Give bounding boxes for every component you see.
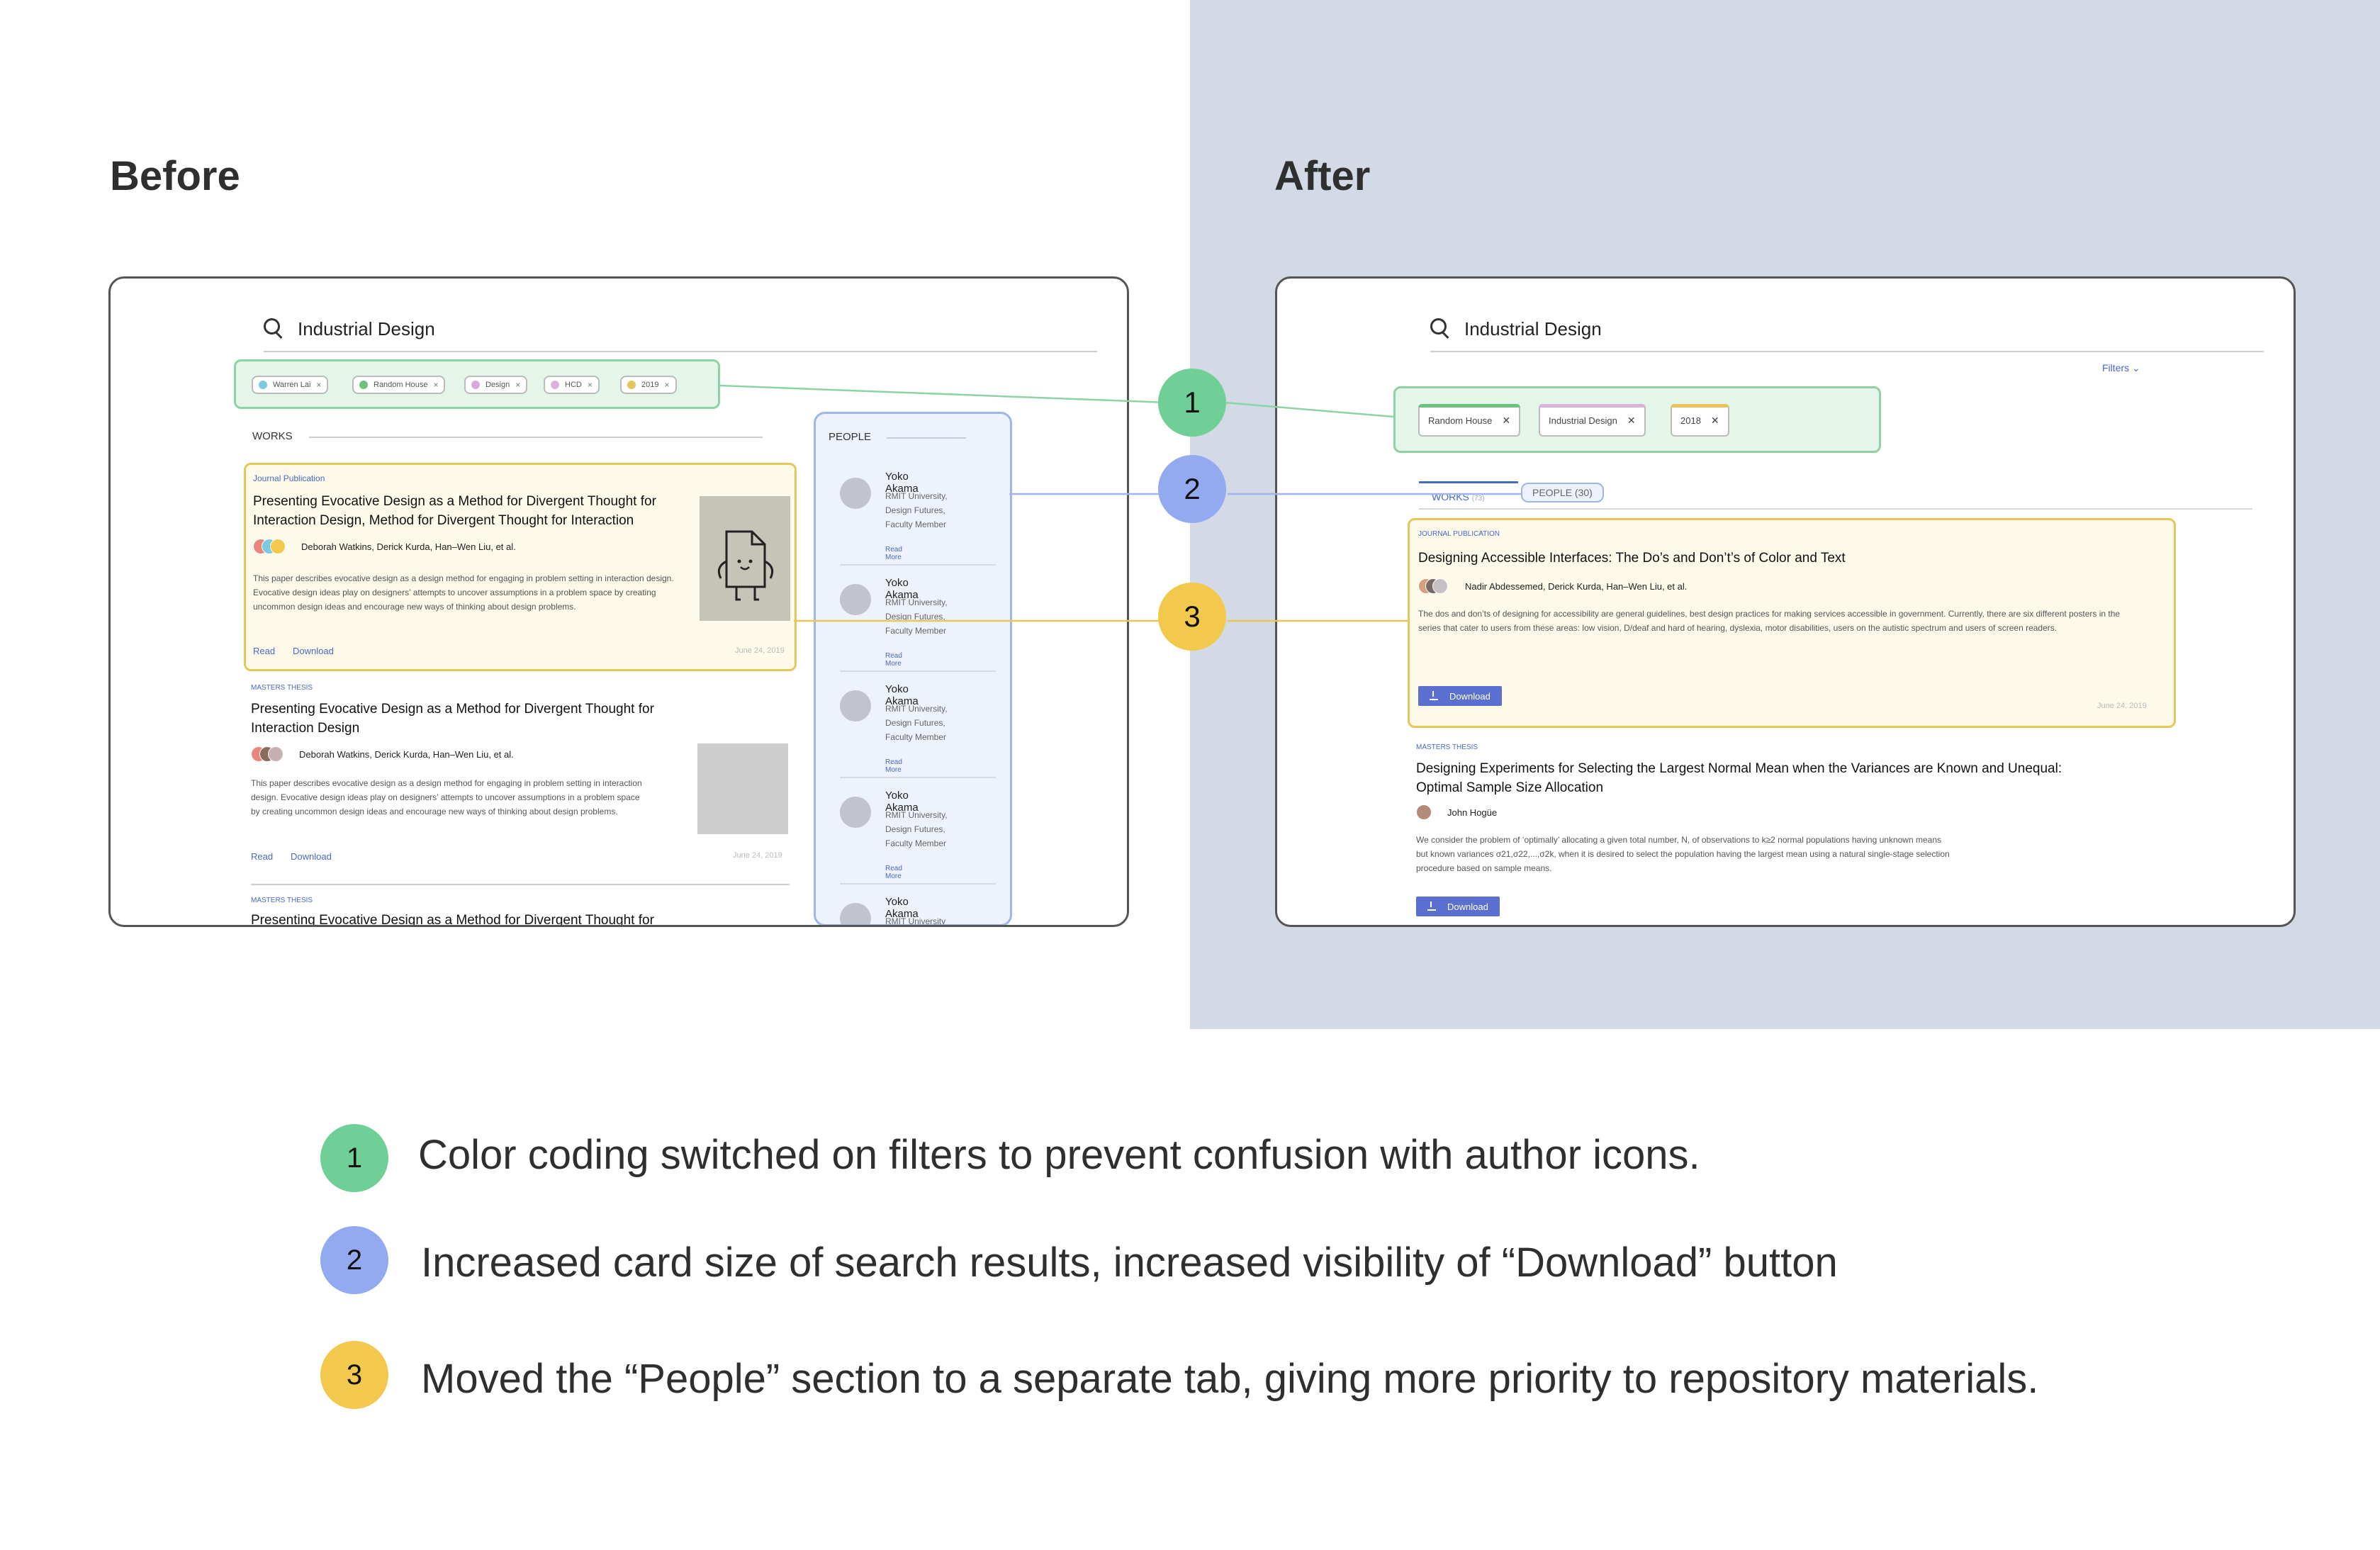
callout-badge-3: 3	[1158, 583, 1226, 651]
connector-line-1	[719, 384, 1169, 404]
legend-text-1: Color coding switched on filters to prev…	[418, 1132, 1700, 1178]
legend-text-3: Moved the “People” section to a separate…	[421, 1356, 2039, 1402]
legend-badge-1: 1	[320, 1124, 388, 1192]
callout-connectors	[719, 384, 1522, 622]
legend-badge-3: 3	[320, 1341, 388, 1409]
callout-badge-1: 1	[1158, 369, 1226, 437]
connector-line-1b	[1224, 401, 1394, 418]
legend-badge-2: 2	[320, 1226, 388, 1294]
legend-text-2: Increased card size of search results, i…	[421, 1240, 1838, 1286]
callout-badge-2: 2	[1158, 455, 1226, 523]
